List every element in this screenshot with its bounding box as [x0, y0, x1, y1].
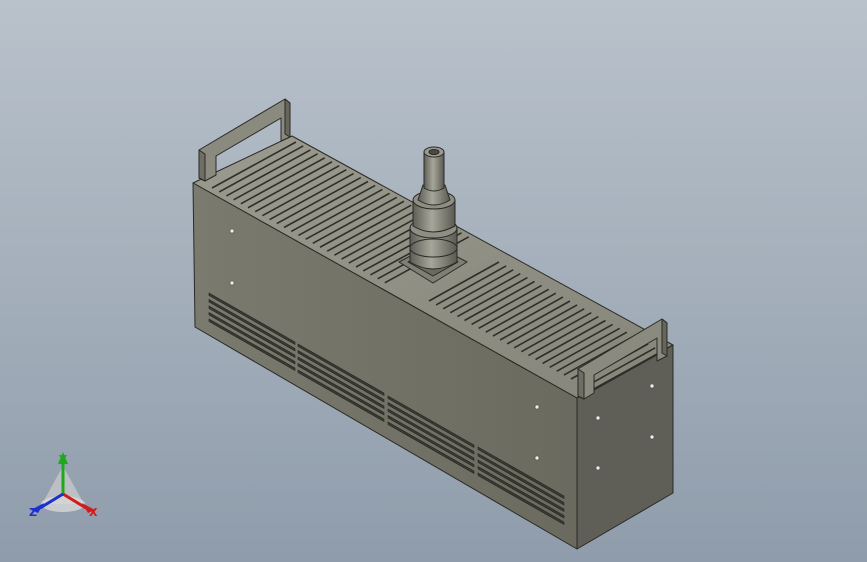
triad-y-label: Y: [58, 453, 68, 466]
screw: [229, 280, 235, 286]
triad-x-label: X: [89, 506, 98, 519]
triad-z-label: Z: [29, 506, 37, 519]
right-handle-front: [577, 368, 585, 400]
right-handle-side: [661, 318, 668, 357]
screw: [649, 383, 655, 389]
3d-viewport[interactable]: Y X Z: [0, 0, 867, 562]
screw: [595, 465, 601, 471]
screw: [229, 228, 235, 234]
left-handle-front: [198, 149, 206, 182]
orientation-triad[interactable]: Y X Z: [29, 452, 98, 519]
connector-shaft: [423, 151, 445, 192]
connector-shaft-hole: [428, 149, 440, 155]
screw: [649, 434, 655, 440]
screw: [534, 455, 540, 461]
left-handle-side: [284, 98, 291, 138]
screw: [534, 404, 540, 410]
screw: [595, 415, 601, 421]
